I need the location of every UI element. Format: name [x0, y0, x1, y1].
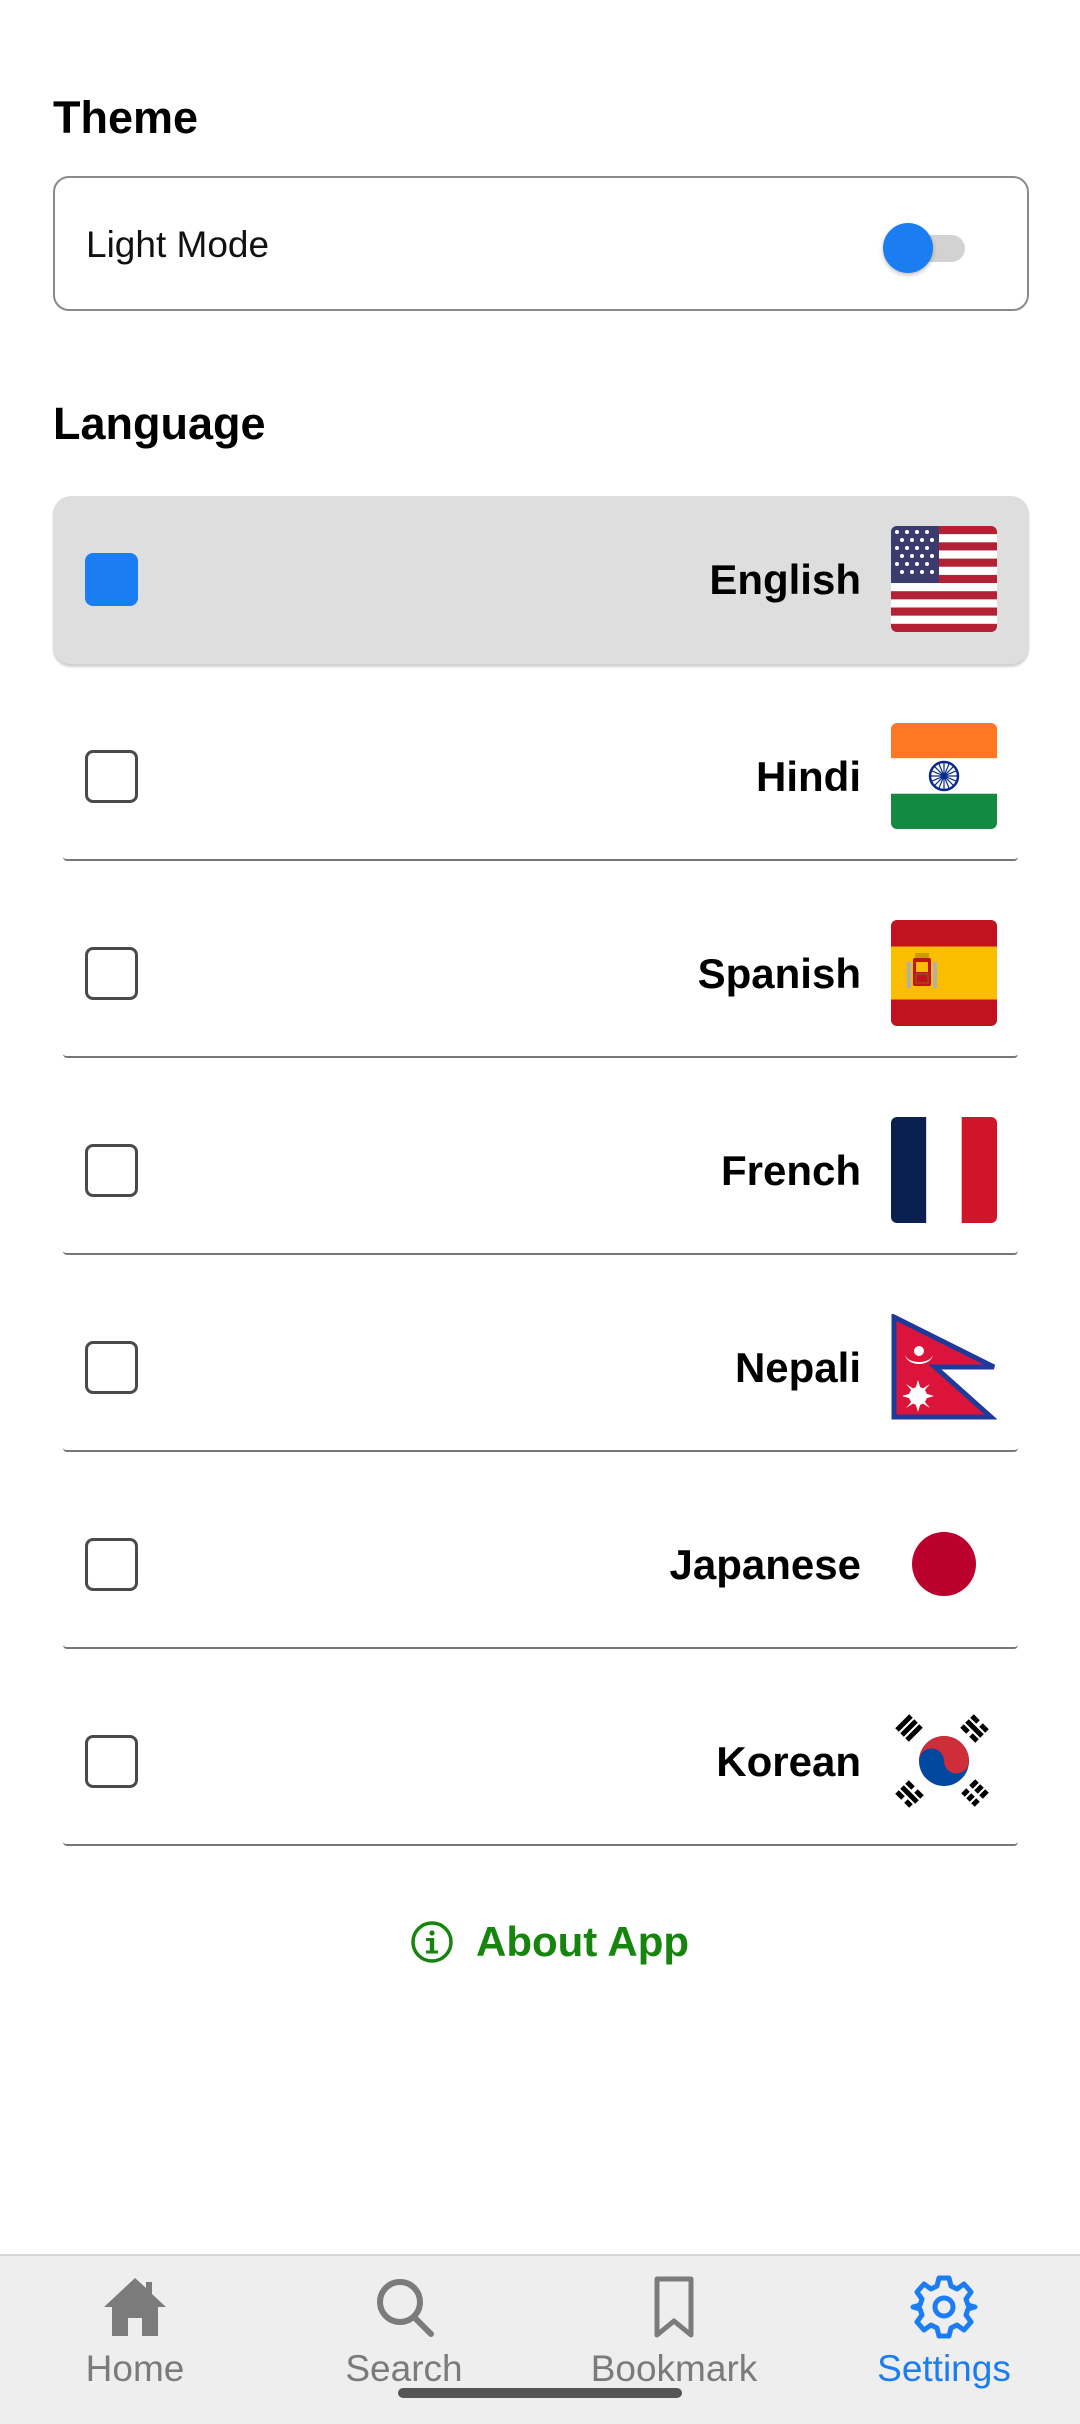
language-label-hindi: Hindi: [756, 753, 861, 800]
nav-item-settings[interactable]: Settings: [834, 2274, 1054, 2414]
about-app-link[interactable]: About App: [410, 1912, 689, 1972]
language-option-nepali[interactable]: Nepali: [53, 1284, 1029, 1481]
language-option-hindi[interactable]: Hindi: [53, 693, 1029, 890]
theme-toggle[interactable]: [883, 223, 973, 273]
japan-flag-icon: [891, 1511, 997, 1617]
language-checkbox-korean[interactable]: [85, 1735, 138, 1788]
home-indicator[interactable]: [398, 2388, 682, 2398]
language-label-japanese: Japanese: [669, 1541, 861, 1588]
row-divider: [63, 1054, 1018, 1058]
nav-label-home: Home: [85, 2348, 185, 2389]
language-checkbox-nepali[interactable]: [85, 1341, 138, 1394]
language-option-korean[interactable]: Korean: [53, 1678, 1029, 1875]
row-divider: [63, 1448, 1018, 1452]
language-checkbox-spanish[interactable]: [85, 947, 138, 1000]
language-label-nepali: Nepali: [734, 1344, 861, 1391]
language-label-french: French: [720, 1147, 861, 1194]
language-checkbox-hindi[interactable]: [85, 750, 138, 803]
theme-title: Theme: [53, 92, 199, 143]
nav-label-search: Search: [345, 2348, 463, 2389]
toggle-knob: [883, 223, 933, 273]
row-divider: [63, 1251, 1018, 1255]
language-label-english: English: [709, 556, 861, 603]
language-option-japanese[interactable]: Japanese: [53, 1481, 1029, 1678]
language-option-french[interactable]: French: [53, 1087, 1029, 1284]
nav-item-home[interactable]: Home: [25, 2274, 245, 2414]
theme-card: Light Mode: [53, 176, 1029, 311]
selected-row-background: [53, 496, 1029, 664]
row-divider: [63, 1645, 1018, 1649]
row-divider: [63, 1842, 1018, 1846]
search-icon: [377, 2279, 434, 2337]
spain-flag-icon: [891, 920, 997, 1026]
language-option-english[interactable]: English: [53, 496, 1029, 693]
row-divider: [63, 857, 1018, 861]
language-label-korean: Korean: [716, 1738, 861, 1785]
language-checkbox-japanese[interactable]: [85, 1538, 138, 1591]
light-mode-label: Light Mode: [86, 224, 270, 265]
gear-icon: [910, 2275, 978, 2339]
info-icon: [411, 1921, 453, 1963]
bottom-navigation-bar: Home Search Bookmark Settings: [0, 2254, 1080, 2424]
nepal-flag-icon: [891, 1314, 997, 1420]
language-title: Language: [53, 398, 266, 449]
language-checkbox-english[interactable]: [85, 553, 138, 606]
bookmark-icon: [654, 2276, 694, 2338]
language-list: English Hindi Spanish French Nepali Japa…: [53, 496, 1029, 1875]
language-label-spanish: Spanish: [697, 950, 861, 997]
nav-label-settings: Settings: [877, 2348, 1011, 2389]
home-icon: [104, 2278, 166, 2336]
us-flag-icon: [891, 526, 997, 632]
language-option-spanish[interactable]: Spanish: [53, 890, 1029, 1087]
france-flag-icon: [891, 1117, 997, 1223]
nav-label-bookmark: Bookmark: [590, 2348, 758, 2389]
korea-flag-icon: [891, 1708, 997, 1814]
language-checkbox-french[interactable]: [85, 1144, 138, 1197]
about-app-label: About App: [476, 1918, 690, 1965]
india-flag-icon: [891, 723, 997, 829]
